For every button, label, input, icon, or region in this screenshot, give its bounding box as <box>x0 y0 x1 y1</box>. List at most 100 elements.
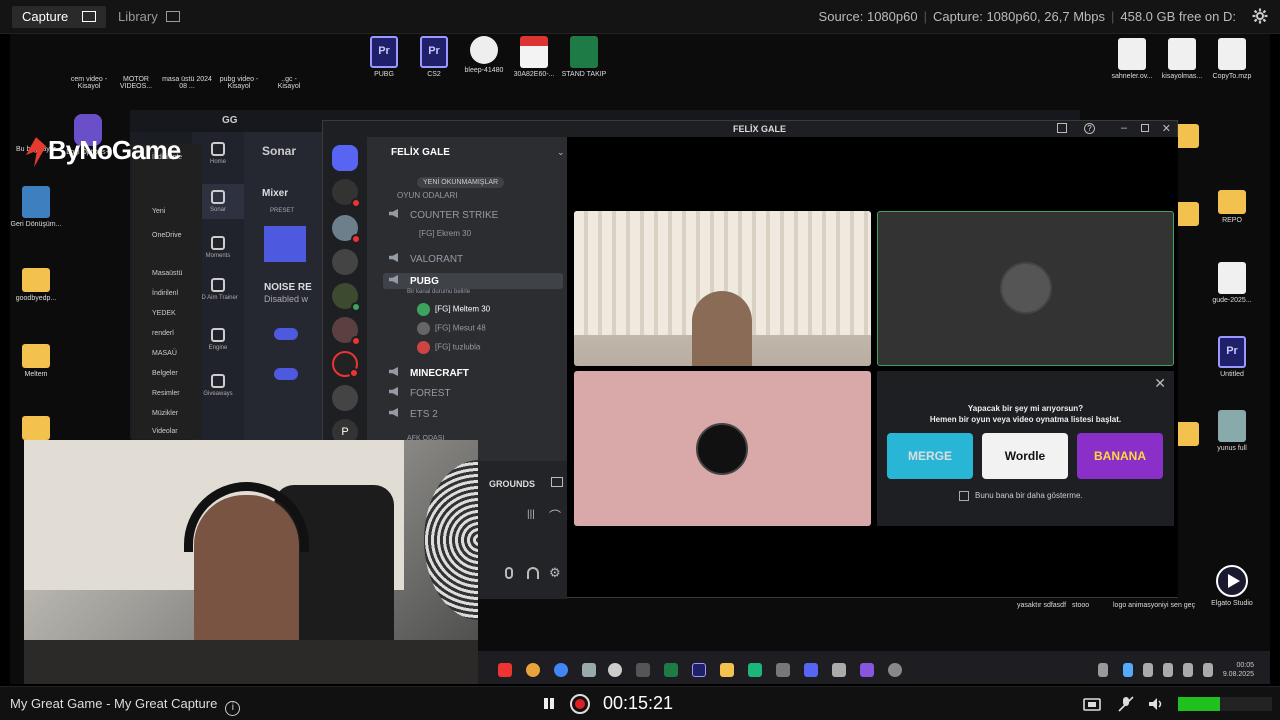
taskbar-app-icon[interactable] <box>498 663 512 677</box>
checkbox[interactable] <box>959 491 969 501</box>
desktop-icon-untitled[interactable]: Pr Untitled <box>1202 336 1262 379</box>
voice-channel-pubg[interactable]: PUBG <box>383 273 563 289</box>
record-button[interactable] <box>570 694 590 714</box>
tab-library[interactable]: Library <box>108 6 190 28</box>
activity-game-wordle[interactable]: Wordle <box>982 433 1068 479</box>
screen-share-icon[interactable] <box>551 477 563 487</box>
chrome-icon[interactable] <box>526 663 540 677</box>
audio-level-meter[interactable] <box>1178 697 1272 711</box>
server-icon[interactable] <box>332 283 361 312</box>
discord-icon[interactable] <box>804 663 818 677</box>
taskbar-app-icon[interactable] <box>860 663 874 677</box>
participant-tile[interactable] <box>574 371 871 526</box>
desktop-icon-goodbyedp[interactable]: goodbyedp... <box>10 262 66 303</box>
voice-channel[interactable]: COUNTER STRIKE <box>389 209 498 221</box>
tray-chevron-icon[interactable] <box>1098 663 1108 677</box>
maximize-icon[interactable] <box>1141 124 1149 132</box>
explorer-row[interactable]: Resimler <box>152 390 180 397</box>
channel-status[interactable]: Bir kanal durumu belirle <box>407 289 470 295</box>
participant-video-tile[interactable] <box>574 211 871 366</box>
explorer-row[interactable]: İndirilenl <box>152 290 178 297</box>
server-name[interactable]: FELİX GALE <box>391 147 450 158</box>
desktop-icon-folder-partial[interactable] <box>10 410 66 443</box>
tray-icon[interactable] <box>1203 663 1213 677</box>
calculator-icon[interactable] <box>582 663 596 677</box>
tray-icon[interactable] <box>1183 663 1193 677</box>
steelseries-icon[interactable] <box>608 663 622 677</box>
dont-show-again-checkbox[interactable]: Bunu bana bir daha gösterme. <box>959 491 1083 501</box>
microphone-icon[interactable] <box>505 567 513 579</box>
tray-icon[interactable] <box>1143 663 1153 677</box>
desktop-icon-meltem[interactable]: Meltem <box>10 338 66 379</box>
minimize-icon[interactable]: – <box>1121 122 1127 134</box>
screenshot-icon[interactable] <box>1083 695 1101 713</box>
explorer-row[interactable]: Yeni <box>152 208 165 215</box>
capture-title[interactable]: My Great Game - My Great Capture <box>10 696 217 711</box>
toggle-switch[interactable] <box>274 368 298 380</box>
explorer-row[interactable]: Müzikler <box>152 410 178 417</box>
category-label[interactable]: OYUN ODALARI <box>397 191 457 200</box>
voice-member[interactable]: [FG] tuzlubla <box>417 341 480 354</box>
close-icon[interactable]: ✕ <box>1162 122 1171 135</box>
desktop-icon-gude[interactable]: gude-2025... <box>1202 262 1262 305</box>
desktop-icon-copyto[interactable]: CopyTo.mzp <box>1202 38 1262 81</box>
taskbar-app-icon[interactable] <box>888 663 902 677</box>
explorer-row[interactable]: renderl <box>152 330 174 337</box>
participant-tile-speaking[interactable] <box>877 211 1174 366</box>
help-icon[interactable]: ? <box>1084 123 1095 134</box>
discord-home-icon[interactable] <box>332 145 358 171</box>
taskbar-app-icon[interactable] <box>748 663 762 677</box>
capture-preview[interactable]: cem video - Kisayol MOTOR VIDEOS... masa… <box>10 34 1270 684</box>
info-icon[interactable]: i <box>225 701 241 716</box>
taskbar-app-icon[interactable] <box>832 663 846 677</box>
voice-member[interactable]: [FG] Mesut 48 <box>417 322 486 335</box>
file-explorer-icon[interactable] <box>720 663 734 677</box>
explorer-row[interactable]: Masaüstü <box>152 270 182 277</box>
sonar-device-tile[interactable] <box>264 226 306 262</box>
chrome-icon[interactable] <box>554 663 568 677</box>
activity-game-banana[interactable]: BANANA <box>1077 433 1163 479</box>
tray-icon[interactable] <box>1123 663 1133 677</box>
voice-stage[interactable]: ✕ Yapacak bir şey mi arıyorsun? Hemen bi… <box>567 137 1178 597</box>
gear-icon[interactable] <box>1252 8 1268 24</box>
taskbar-app-icon[interactable] <box>776 663 790 677</box>
voice-member[interactable]: [FG] Meltem 30 <box>417 303 490 316</box>
file-explorer-window[interactable]: İndirilenle Yeni OneDrive Masaüstü İndir… <box>132 144 202 439</box>
explorer-row[interactable]: YEDEK <box>152 310 176 317</box>
gear-icon[interactable]: ⚙ <box>549 565 561 581</box>
tab-capture[interactable]: Capture <box>12 6 106 28</box>
desktop-icon-recycle-bin[interactable]: Geri Dönüşüm... <box>10 186 66 229</box>
taskbar-clock[interactable]: 00:05 9.08.2025 <box>1223 661 1254 679</box>
noise-suppression-icon[interactable]: ||| <box>527 509 535 520</box>
new-unreads-pill[interactable]: YENİ OKUNMAMIŞLAR <box>417 177 505 188</box>
chevron-down-icon[interactable]: ⌄ <box>557 147 565 158</box>
explorer-row[interactable]: Belgeler <box>152 370 178 377</box>
server-icon[interactable] <box>332 249 358 275</box>
explorer-row[interactable]: MASAÜ <box>152 350 177 357</box>
pause-button[interactable] <box>541 696 557 712</box>
toggle-switch[interactable] <box>274 328 298 340</box>
server-icon[interactable] <box>332 215 361 244</box>
disconnect-icon[interactable]: ⌒ <box>549 507 561 524</box>
excel-icon[interactable] <box>664 663 678 677</box>
taskbar-app-icon[interactable] <box>636 663 650 677</box>
headphones-icon[interactable] <box>527 567 539 579</box>
voice-channel[interactable]: FOREST <box>389 387 451 399</box>
voice-channel[interactable]: VALORANT <box>389 253 463 265</box>
server-icon[interactable] <box>332 351 359 378</box>
server-icon[interactable] <box>332 179 361 208</box>
close-icon[interactable]: ✕ <box>1154 375 1166 392</box>
explorer-row[interactable]: Videolar <box>152 428 178 435</box>
voice-member[interactable]: [FG] Ekrem 30 <box>419 229 471 238</box>
voice-channel[interactable]: ETS 2 <box>389 408 438 420</box>
activity-game-merge[interactable]: MERGE <box>887 433 973 479</box>
speaker-icon[interactable] <box>1147 695 1165 713</box>
explorer-row[interactable]: OneDrive <box>152 232 182 239</box>
inbox-icon[interactable] <box>1057 123 1067 133</box>
desktop-icon-stand-takip[interactable]: STAND TAKIP <box>554 36 614 79</box>
voice-channel-minecraft[interactable]: MINECRAFT <box>389 367 469 379</box>
premiere-icon[interactable] <box>692 663 706 677</box>
server-icon[interactable] <box>332 317 361 346</box>
server-icon[interactable] <box>332 385 358 411</box>
desktop-icon-elgato[interactable]: Elgato Studio <box>1202 564 1262 608</box>
